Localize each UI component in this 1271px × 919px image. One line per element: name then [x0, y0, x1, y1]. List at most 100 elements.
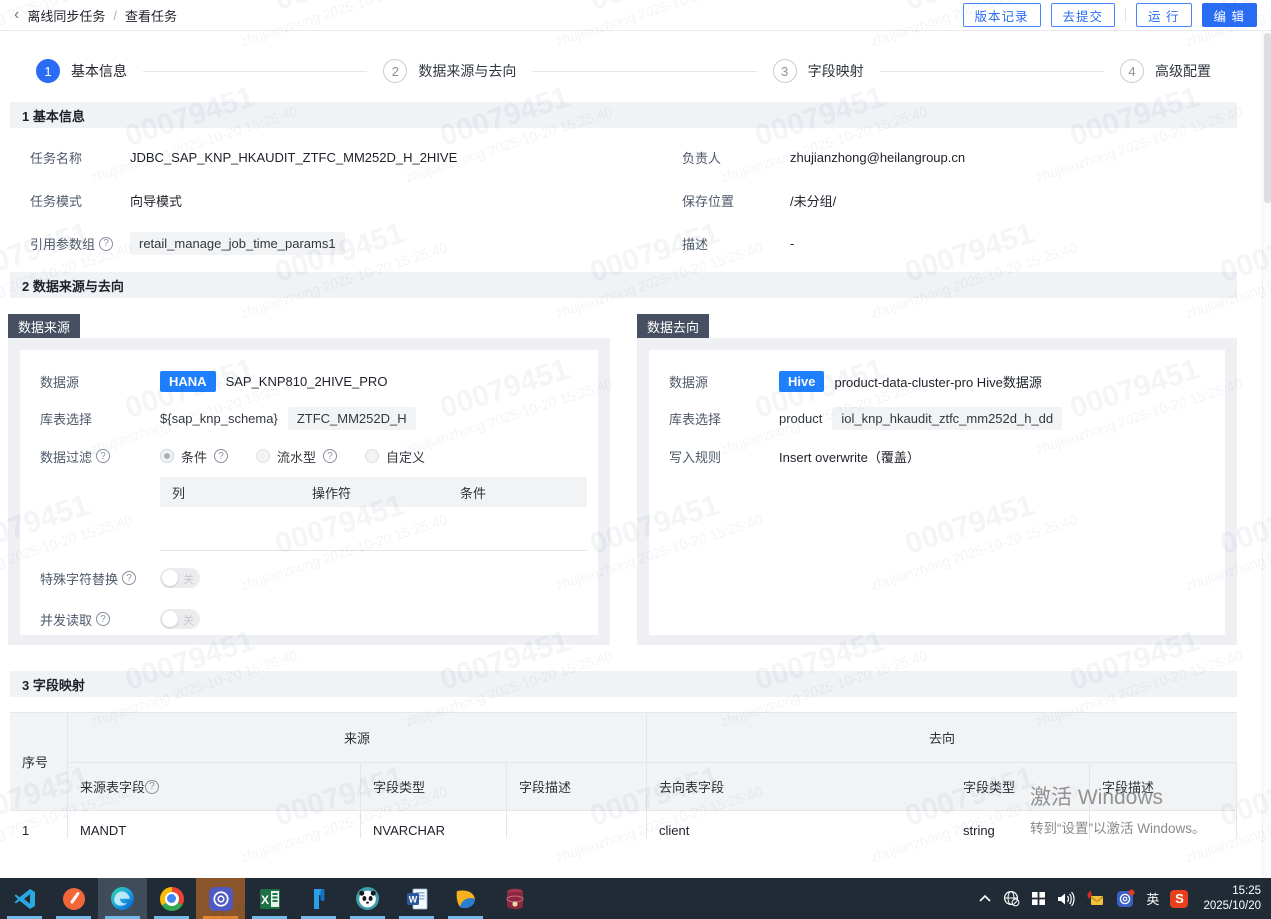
button-divider: [1125, 8, 1126, 22]
sogou-input-icon[interactable]: S: [1170, 890, 1188, 908]
toggle-switch-off[interactable]: 关: [160, 568, 200, 588]
data-source-card: 数据源 HANA SAP_KNP810_2HIVE_PRO 库表选择 ${sap…: [20, 350, 598, 635]
volume-icon[interactable]: [1057, 891, 1075, 907]
field-value: zhujianzhong@heilangroup.cn: [790, 150, 965, 165]
mapping-cell: [507, 811, 647, 838]
dest-table-label: 库表选择: [669, 409, 779, 428]
mapping-group-source: 来源: [68, 713, 647, 763]
data-dest-card: 数据源 Hive product-data-cluster-pro Hive数据…: [649, 350, 1225, 635]
mapping-subheader: 字段类型: [361, 763, 507, 811]
step-label: 数据来源与去向: [418, 61, 516, 81]
database-icon[interactable]: [490, 878, 539, 919]
run-button[interactable]: 运 行: [1136, 3, 1191, 27]
taskbar-time: 15:25: [1203, 884, 1261, 899]
svg-text:X: X: [260, 893, 268, 907]
edge-icon[interactable]: [98, 878, 147, 919]
foxmail-icon[interactable]: [441, 878, 490, 919]
source-schema: ${sap_knp_schema}: [160, 411, 278, 426]
source-filter-label: 数据过滤?: [40, 447, 160, 466]
step-3[interactable]: 3字段映射: [773, 59, 864, 83]
radio-option[interactable]: 流水型?: [256, 447, 337, 466]
pen-app-icon[interactable]: [49, 878, 98, 919]
field-label: 任务名称: [30, 148, 130, 167]
filter-table-header: 操作符: [300, 483, 448, 502]
field-mapping-table: 序号来源去向来源表字段?字段类型字段描述去向表字段字段类型字段描述1MANDTN…: [10, 712, 1237, 838]
mapping-subheader: 来源表字段?: [68, 763, 361, 811]
breadcrumb-section[interactable]: 离线同步任务: [27, 6, 105, 25]
toggle-switch-off[interactable]: 关: [160, 609, 200, 629]
version-history-button[interactable]: 版本记录: [963, 3, 1041, 27]
section-mapping-header: 3 字段映射: [10, 671, 1237, 697]
help-icon[interactable]: ?: [99, 237, 113, 251]
taskbar-date: 2025/10/20: [1203, 899, 1261, 914]
radio-option[interactable]: 自定义: [365, 447, 425, 466]
submit-button[interactable]: 去提交: [1051, 3, 1116, 27]
dest-ds-label: 数据源: [669, 372, 779, 391]
filter-table-empty-body: [160, 507, 587, 551]
help-icon[interactable]: ?: [96, 612, 110, 626]
mapping-cell: 1: [10, 811, 68, 838]
toggle-label: 特殊字符替换?: [40, 569, 160, 588]
filter-table-header: 条件: [448, 483, 587, 502]
step-4[interactable]: 4高级配置: [1120, 59, 1211, 83]
dest-rule-label: 写入规则: [669, 447, 779, 466]
filter-condition-table: 列操作符条件: [160, 477, 587, 551]
step-label: 高级配置: [1155, 61, 1211, 81]
field-value: -: [790, 236, 794, 251]
dest-schema: product: [779, 411, 822, 426]
data-dest-panel: 数据源 Hive product-data-cluster-pro Hive数据…: [637, 338, 1237, 645]
f-app-icon[interactable]: [294, 878, 343, 919]
help-icon[interactable]: ?: [214, 449, 228, 463]
radio-selected[interactable]: 条件?: [160, 447, 228, 466]
task-grid-icon[interactable]: [1031, 891, 1046, 906]
tray-expand-icon[interactable]: [978, 892, 992, 906]
basic-info-right: 负责人zhujianzhong@heilangroup.cn 保存位置/未分组/描…: [682, 136, 965, 265]
source-ds-label: 数据源: [40, 372, 160, 391]
help-icon[interactable]: ?: [122, 571, 136, 585]
help-icon[interactable]: ?: [145, 780, 159, 794]
info-row: 保存位置/未分组/: [682, 179, 965, 222]
excel-icon[interactable]: X: [245, 878, 294, 919]
step-label: 基本信息: [71, 61, 127, 81]
step-2[interactable]: 2数据来源与去向: [383, 59, 516, 83]
mail-tray-icon[interactable]: [1086, 890, 1105, 907]
section-flow-header: 2 数据来源与去向: [10, 272, 1237, 298]
field-label: 保存位置: [682, 191, 790, 210]
field-value: 向导模式: [130, 191, 182, 210]
taskbar-clock[interactable]: 15:25 2025/10/20: [1199, 884, 1261, 914]
source-table-label: 库表选择: [40, 409, 160, 428]
mapping-index-header: 序号: [10, 713, 68, 811]
language-indicator[interactable]: 英: [1146, 889, 1159, 908]
panda-app-icon[interactable]: [343, 878, 392, 919]
network-globe-icon[interactable]: [1003, 890, 1020, 907]
sync-app-icon[interactable]: [196, 878, 245, 919]
vscode-icon[interactable]: [0, 878, 49, 919]
breadcrumb-separator: /: [113, 8, 117, 23]
notify-app-icon[interactable]: [1116, 889, 1135, 908]
edit-button[interactable]: 编 辑: [1202, 3, 1257, 27]
breadcrumb-page: 查看任务: [125, 6, 177, 25]
mapping-cell: [1090, 811, 1237, 838]
field-label: 任务模式: [30, 191, 130, 210]
radio-icon: [256, 449, 270, 463]
back-icon[interactable]: ‹: [14, 7, 19, 23]
word-icon[interactable]: W: [392, 878, 441, 919]
section-basic-header: 1 基本信息: [10, 102, 1237, 128]
step-1[interactable]: 1 基本信息: [36, 59, 127, 83]
field-label: 负责人: [682, 148, 790, 167]
filter-table-header: 列: [160, 483, 300, 502]
svg-text:W: W: [408, 894, 417, 904]
field-label: 描述: [682, 234, 790, 253]
chrome-icon[interactable]: [147, 878, 196, 919]
tab-data-source[interactable]: 数据来源: [8, 314, 80, 338]
mapping-subheader: 字段描述: [507, 763, 647, 811]
help-icon[interactable]: ?: [96, 449, 110, 463]
mapping-subheader: 字段描述: [1090, 763, 1237, 811]
help-icon[interactable]: ?: [323, 449, 337, 463]
page-scrollbar[interactable]: [1262, 31, 1271, 878]
dest-ds-value: product-data-cluster-pro Hive数据源: [834, 372, 1041, 391]
step-number: 1: [36, 59, 60, 83]
info-row: 描述-: [682, 222, 965, 265]
scrollbar-thumb[interactable]: [1264, 33, 1271, 203]
tab-data-dest[interactable]: 数据去向: [637, 314, 709, 338]
